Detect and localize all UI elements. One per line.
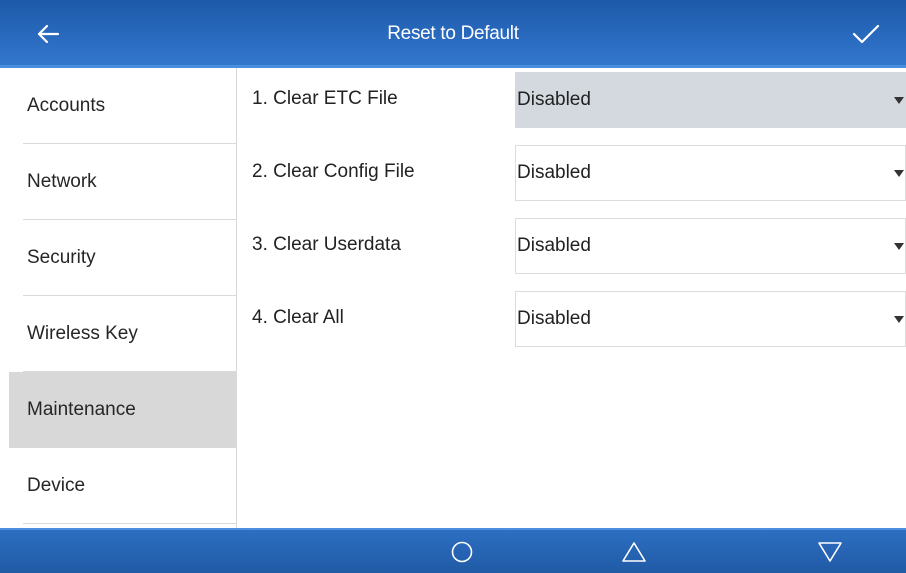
clear-all-dropdown[interactable]: Disabled [515, 291, 906, 347]
dropdown-arrow-icon [894, 243, 904, 250]
divider [23, 523, 237, 524]
sidebar-item-label: Wireless Key [27, 323, 138, 344]
sidebar-item-maintenance[interactable]: Maintenance [9, 372, 237, 448]
sidebar-item-label: Device [27, 475, 86, 496]
checkmark-icon [852, 24, 880, 44]
sidebar-item-network[interactable]: Network [9, 144, 237, 220]
down-triangle-icon [818, 542, 842, 562]
dropdown-arrow-icon [894, 97, 904, 104]
page-up-button[interactable] [614, 534, 654, 570]
up-triangle-icon [622, 542, 646, 562]
title-bar: Reset to Default [0, 0, 906, 68]
clear-etc-file-dropdown[interactable]: Disabled [515, 72, 906, 128]
dropdown-arrow-icon [894, 316, 904, 323]
setting-row-clear-etc-file: 1. Clear ETC File Disabled [237, 70, 906, 128]
setting-row-clear-all: 4. Clear All Disabled [237, 289, 906, 347]
page-title: Reset to Default [387, 23, 519, 44]
sidebar-item-wireless-key[interactable]: Wireless Key [9, 296, 237, 372]
dropdown-value: Disabled [517, 308, 591, 329]
sidebar-item-label: Network [27, 171, 97, 192]
sidebar-item-device[interactable]: Device [9, 448, 237, 524]
sidebar-item-label: Accounts [27, 95, 106, 116]
dropdown-arrow-icon [894, 170, 904, 177]
dropdown-value: Disabled [517, 162, 591, 183]
confirm-button[interactable] [844, 14, 888, 54]
clear-config-file-dropdown[interactable]: Disabled [515, 145, 906, 201]
setting-label: 3. Clear Userdata [252, 234, 401, 255]
page-down-button[interactable] [810, 534, 850, 570]
setting-label: 1. Clear ETC File [252, 88, 398, 109]
home-button[interactable] [442, 534, 482, 570]
sidebar-item-label: Security [27, 247, 96, 268]
settings-panel: 1. Clear ETC File Disabled 2. Clear Conf… [237, 68, 906, 528]
setting-label: 2. Clear Config File [252, 161, 415, 182]
sidebar-item-label: Maintenance [27, 399, 136, 420]
clear-userdata-dropdown[interactable]: Disabled [515, 218, 906, 274]
dropdown-value: Disabled [517, 235, 591, 256]
sidebar: Accounts Network Security Wireless Key M… [0, 68, 237, 528]
setting-row-clear-userdata: 3. Clear Userdata Disabled [237, 216, 906, 274]
sidebar-item-accounts[interactable]: Accounts [9, 68, 237, 144]
sidebar-item-security[interactable]: Security [9, 220, 237, 296]
home-circle-icon [451, 541, 473, 563]
dropdown-value: Disabled [517, 89, 591, 110]
setting-row-clear-config-file: 2. Clear Config File Disabled [237, 143, 906, 201]
setting-label: 4. Clear All [252, 307, 344, 328]
navigation-bar [0, 528, 906, 573]
